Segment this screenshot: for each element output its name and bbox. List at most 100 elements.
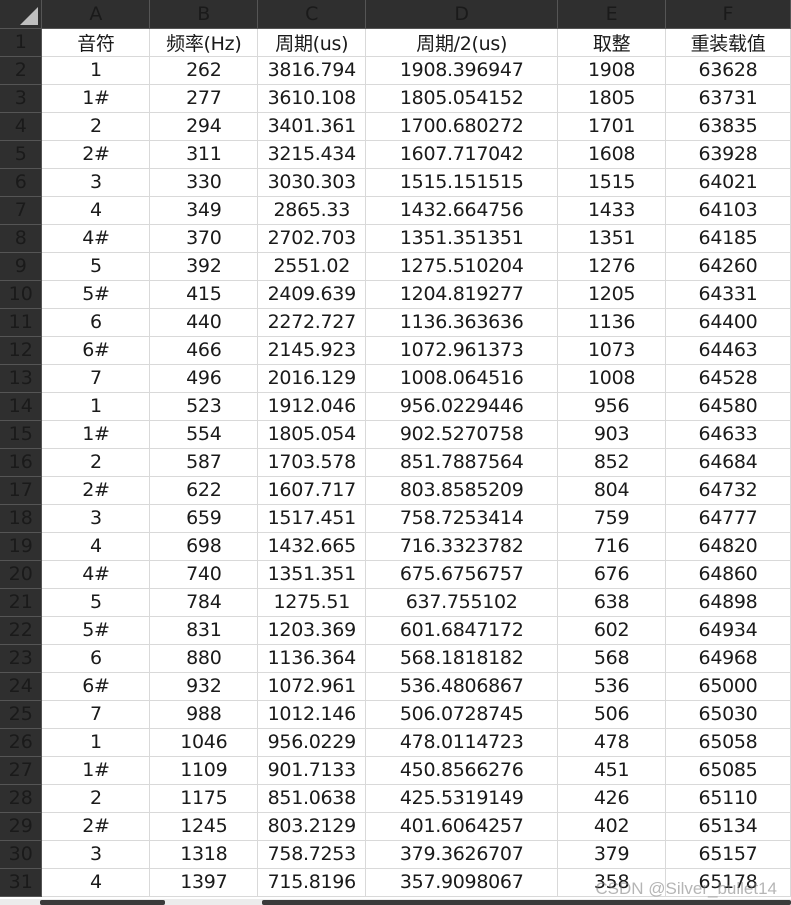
- cell-d[interactable]: 1908.396947: [365, 56, 559, 85]
- row-header[interactable]: 17: [0, 476, 43, 505]
- cell-b[interactable]: 频率(Hz): [149, 28, 259, 57]
- cell-a[interactable]: 2: [41, 784, 151, 813]
- cell-f[interactable]: 64684: [665, 448, 791, 477]
- cell-c[interactable]: 周期(us): [257, 28, 367, 57]
- cell-f[interactable]: 63928: [665, 140, 791, 169]
- cell-c[interactable]: 2865.33: [257, 196, 367, 225]
- row-header[interactable]: 16: [0, 448, 43, 477]
- cell-d[interactable]: 1607.717042: [365, 140, 559, 169]
- cell-f[interactable]: 65000: [665, 672, 791, 701]
- cell-b[interactable]: 554: [149, 420, 259, 449]
- cell-d[interactable]: 902.5270758: [365, 420, 559, 449]
- cell-b[interactable]: 370: [149, 224, 259, 253]
- cell-a[interactable]: 5: [41, 252, 151, 281]
- row-header[interactable]: 13: [0, 364, 43, 393]
- cell-e[interactable]: 1276: [557, 252, 667, 281]
- cell-f[interactable]: 64021: [665, 168, 791, 197]
- cell-d[interactable]: 379.3626707: [365, 840, 559, 869]
- column-header-c[interactable]: C: [257, 0, 367, 29]
- cell-f[interactable]: 65030: [665, 700, 791, 729]
- cell-a[interactable]: 5#: [41, 616, 151, 645]
- cell-d[interactable]: 1700.680272: [365, 112, 559, 141]
- cell-f[interactable]: 64898: [665, 588, 791, 617]
- row-header[interactable]: 1: [0, 28, 43, 57]
- cell-f[interactable]: 64528: [665, 364, 791, 393]
- cell-f[interactable]: 64968: [665, 644, 791, 673]
- cell-b[interactable]: 659: [149, 504, 259, 533]
- cell-c[interactable]: 1203.369: [257, 616, 367, 645]
- cell-e[interactable]: 676: [557, 560, 667, 589]
- cell-e[interactable]: 1351: [557, 224, 667, 253]
- cell-a[interactable]: 6: [41, 644, 151, 673]
- select-all-corner[interactable]: [0, 0, 43, 29]
- cell-d[interactable]: 675.6756757: [365, 560, 559, 589]
- cell-f[interactable]: 64463: [665, 336, 791, 365]
- cell-c[interactable]: 2551.02: [257, 252, 367, 281]
- cell-f[interactable]: 65157: [665, 840, 791, 869]
- cell-a[interactable]: 4: [41, 868, 151, 897]
- cell-d[interactable]: 1204.819277: [365, 280, 559, 309]
- cell-e[interactable]: 1701: [557, 112, 667, 141]
- cell-a[interactable]: 5: [41, 588, 151, 617]
- row-header[interactable]: 29: [0, 812, 43, 841]
- cell-b[interactable]: 880: [149, 644, 259, 673]
- cell-c[interactable]: 803.2129: [257, 812, 367, 841]
- cell-c[interactable]: 956.0229: [257, 728, 367, 757]
- horizontal-scrollbar-thumb[interactable]: [262, 900, 791, 905]
- cell-f[interactable]: 63835: [665, 112, 791, 141]
- cell-c[interactable]: 1607.717: [257, 476, 367, 505]
- cell-d[interactable]: 1805.054152: [365, 84, 559, 113]
- cell-a[interactable]: 1#: [41, 756, 151, 785]
- cell-d[interactable]: 1275.510204: [365, 252, 559, 281]
- cell-e[interactable]: 956: [557, 392, 667, 421]
- cell-d[interactable]: 401.6064257: [365, 812, 559, 841]
- cell-b[interactable]: 349: [149, 196, 259, 225]
- cell-a[interactable]: 2#: [41, 812, 151, 841]
- cell-b[interactable]: 831: [149, 616, 259, 645]
- cell-d[interactable]: 1136.363636: [365, 308, 559, 337]
- cell-b[interactable]: 622: [149, 476, 259, 505]
- cell-b[interactable]: 587: [149, 448, 259, 477]
- cell-b[interactable]: 698: [149, 532, 259, 561]
- cell-e[interactable]: 568: [557, 644, 667, 673]
- cell-a[interactable]: 6: [41, 308, 151, 337]
- row-header[interactable]: 27: [0, 756, 43, 785]
- cell-c[interactable]: 2272.727: [257, 308, 367, 337]
- row-header[interactable]: 7: [0, 196, 43, 225]
- cell-f[interactable]: 64331: [665, 280, 791, 309]
- cell-c[interactable]: 3215.434: [257, 140, 367, 169]
- cell-f[interactable]: 63628: [665, 56, 791, 85]
- cell-a[interactable]: 6#: [41, 672, 151, 701]
- cell-b[interactable]: 262: [149, 56, 259, 85]
- row-header[interactable]: 3: [0, 84, 43, 113]
- cell-d[interactable]: 956.0229446: [365, 392, 559, 421]
- row-header[interactable]: 19: [0, 532, 43, 561]
- cell-a[interactable]: 4#: [41, 560, 151, 589]
- cell-f[interactable]: 64400: [665, 308, 791, 337]
- column-header-d[interactable]: D: [365, 0, 559, 29]
- cell-e[interactable]: 1908: [557, 56, 667, 85]
- cell-f[interactable]: 64580: [665, 392, 791, 421]
- row-header[interactable]: 9: [0, 252, 43, 281]
- cell-a[interactable]: 1: [41, 728, 151, 757]
- cell-c[interactable]: 1912.046: [257, 392, 367, 421]
- cell-f[interactable]: 65110: [665, 784, 791, 813]
- cell-f[interactable]: 65178: [665, 868, 791, 897]
- cell-f[interactable]: 63731: [665, 84, 791, 113]
- cell-a[interactable]: 1: [41, 56, 151, 85]
- cell-c[interactable]: 1351.351: [257, 560, 367, 589]
- cell-b[interactable]: 1397: [149, 868, 259, 897]
- cell-e[interactable]: 852: [557, 448, 667, 477]
- cell-d[interactable]: 803.8585209: [365, 476, 559, 505]
- cell-b[interactable]: 1046: [149, 728, 259, 757]
- cell-e[interactable]: 478: [557, 728, 667, 757]
- row-header[interactable]: 15: [0, 420, 43, 449]
- cell-a[interactable]: 3: [41, 840, 151, 869]
- cell-a[interactable]: 4#: [41, 224, 151, 253]
- cell-c[interactable]: 2409.639: [257, 280, 367, 309]
- cell-e[interactable]: 1008: [557, 364, 667, 393]
- cell-c[interactable]: 1517.451: [257, 504, 367, 533]
- cell-d[interactable]: 1515.151515: [365, 168, 559, 197]
- cell-e[interactable]: 759: [557, 504, 667, 533]
- cell-f[interactable]: 64777: [665, 504, 791, 533]
